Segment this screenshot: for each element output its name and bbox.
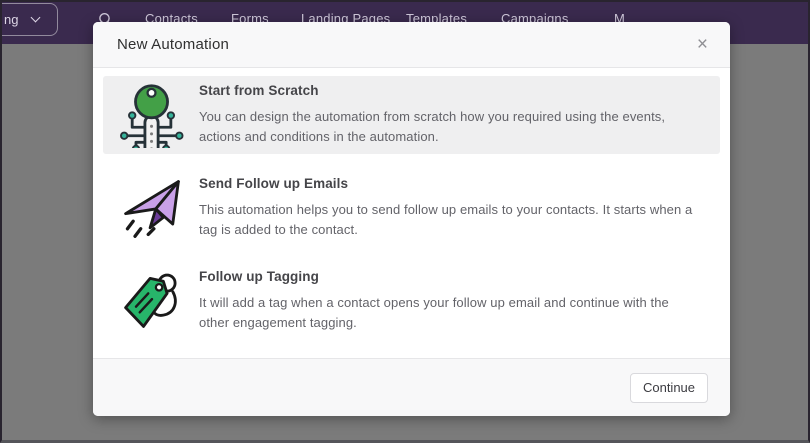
close-icon[interactable]: ×	[697, 35, 708, 54]
workspace-dropdown[interactable]: ng	[0, 3, 58, 36]
key-circuit-icon	[113, 82, 191, 148]
workspace-dropdown-label: ng	[4, 12, 19, 27]
new-automation-modal: New Automation × Start from Scratch You …	[93, 22, 730, 416]
option-title: Follow up Tagging	[199, 268, 319, 284]
option-start-from-scratch[interactable]: Start from Scratch You can design the au…	[103, 76, 720, 154]
option-description: You can design the automation from scrat…	[199, 108, 666, 144]
automation-options-list: Start from Scratch You can design the au…	[93, 68, 730, 358]
option-description: It will add a tag when a contact opens y…	[199, 294, 669, 330]
option-title: Start from Scratch	[199, 82, 319, 98]
tag-icon	[113, 268, 191, 334]
option-follow-up-tagging[interactable]: Follow up Tagging It will add a tag when…	[103, 262, 720, 340]
continue-button[interactable]: Continue	[630, 372, 708, 403]
paper-plane-icon	[113, 175, 191, 241]
modal-header: New Automation ×	[93, 22, 730, 68]
option-title: Send Follow up Emails	[199, 175, 349, 191]
option-send-follow-up-emails[interactable]: Send Follow up Emails This automation he…	[103, 169, 720, 247]
modal-footer: Continue	[93, 358, 730, 416]
chevron-down-icon	[31, 12, 41, 23]
option-description: This automation helps you to send follow…	[199, 201, 693, 237]
modal-title: New Automation	[117, 36, 230, 53]
